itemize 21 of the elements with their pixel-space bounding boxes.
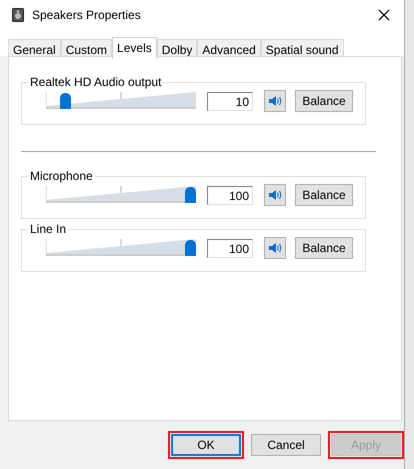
group-label: Microphone [28, 169, 95, 183]
volume-field[interactable]: 100 [207, 238, 253, 258]
cancel-button[interactable]: Cancel [251, 434, 321, 456]
mute-button[interactable] [264, 184, 286, 206]
ok-button[interactable]: OK [171, 434, 241, 456]
balance-button[interactable]: Balance [295, 237, 353, 259]
volume-field[interactable]: 10 [207, 92, 253, 110]
speaker-icon [268, 188, 282, 202]
speaker-icon [12, 8, 24, 22]
speaker-icon [268, 94, 282, 108]
balance-button[interactable]: Balance [295, 184, 353, 206]
volume-field[interactable]: 100 [207, 186, 253, 204]
window-title: Speakers Properties [32, 8, 142, 22]
mute-button[interactable] [264, 90, 286, 112]
group-label: Line In [28, 222, 68, 236]
balance-button[interactable]: Balance [295, 90, 353, 112]
mute-button[interactable] [264, 237, 286, 259]
close-icon[interactable] [378, 9, 390, 21]
speaker-icon [268, 241, 282, 255]
tab[interactable]: Levels [112, 37, 157, 59]
group-label: Realtek HD Audio output [28, 75, 164, 89]
